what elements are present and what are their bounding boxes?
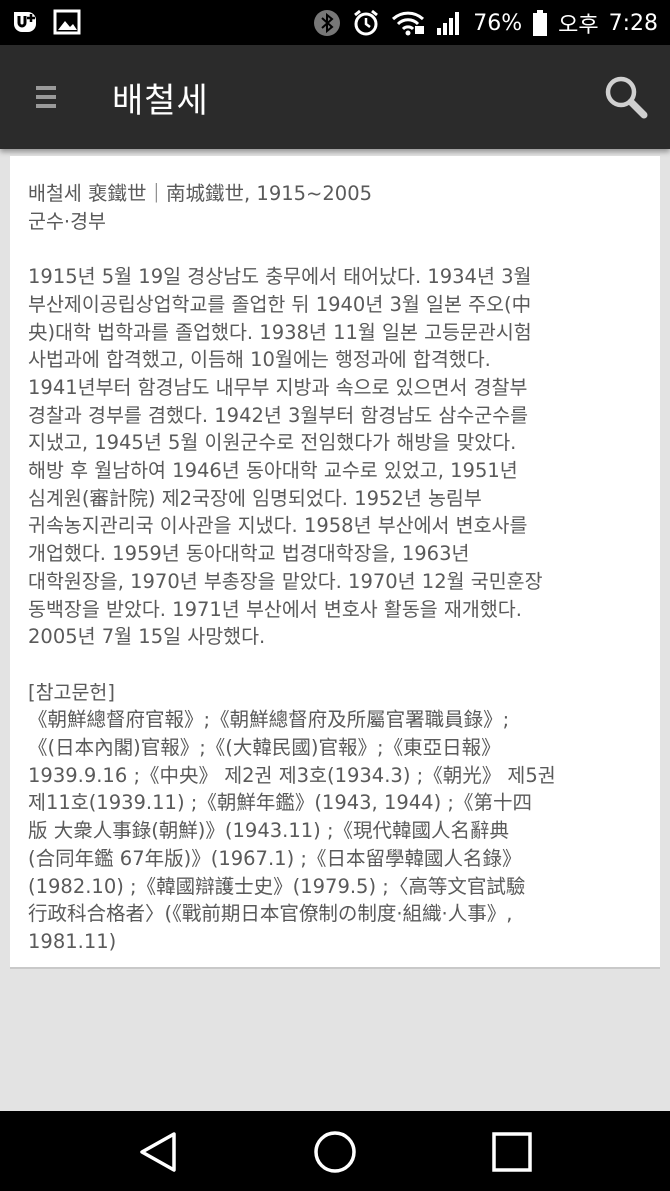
status-bar: 76% 오후 7:28 (0, 0, 670, 45)
home-circle-icon[interactable] (312, 1129, 358, 1175)
body-line: 해방 후 월남하여 1946년 동아대학 교수로 있었고, 1951년 (28, 459, 518, 483)
battery-percent: 76% (473, 10, 523, 36)
body-line: 1941년부터 함경남도 내무부 지방과 속으로 있으면서 경찰부 (28, 375, 528, 399)
back-triangle-icon[interactable] (136, 1129, 182, 1175)
body-line: 1915년 5월 19일 경상남도 충무에서 태어났다. 1934년 3월 (28, 265, 532, 289)
wifi-icon (392, 11, 425, 36)
reference-line: 제11호(1939.11) ;《朝鮮年鑑》(1943, 1944) ;《第十四 (28, 791, 532, 815)
body-line: 부산제이공립상업학교를 졸업한 뒤 1940년 3월 일본 주오(中 (28, 292, 532, 316)
reference-line: 行政科合格者〉(《戰前期日本官僚制の制度·組織·人事》, (28, 902, 513, 926)
page-title: 배철세 (112, 81, 209, 121)
article-body: 1915년 5월 19일 경상남도 충무에서 태어났다. 1934년 3월 부산… (28, 263, 640, 651)
reference-line: 版 大衆人事錄(朝鮮)》(1943.11) ;《現代韓國人名辭典 (28, 819, 510, 843)
alarm-icon (354, 9, 379, 36)
reference-line: 《(日本內閣)官報》;《(大韓民國)官報》;《東亞日報》 (28, 736, 501, 760)
gallery-icon (53, 9, 81, 35)
u-plus-icon (14, 12, 36, 32)
app-toolbar: 배철세 (0, 45, 670, 149)
search-icon[interactable] (600, 71, 652, 123)
body-line: 央)대학 법학과를 졸업했다. 1938년 11월 일본 고등문관시험 (28, 320, 532, 344)
battery-icon (533, 10, 548, 36)
reference-line: 1981.11) (28, 929, 117, 953)
article-content: 배철세 裵鐵世｜南城鐵世, 1915~2005 군수·경부 1915년 5월 1… (28, 180, 640, 956)
article-heading: 배철세 裵鐵世｜南城鐵世, 1915~2005 (28, 182, 373, 205)
ampm-label: 오후 (558, 13, 599, 38)
reference-line: 1939.9.16 ;《中央》 제2권 제3호(1934.3) ;《朝光》 제5… (28, 763, 556, 787)
hamburger-menu-icon[interactable] (22, 73, 70, 121)
body-line: 2005년 7월 15일 사망했다. (28, 625, 266, 649)
clock-time: 7:28 (608, 10, 658, 36)
body-line: 경찰과 경부를 겸했다. 1942년 3월부터 함경남도 삼수군수를 (28, 403, 529, 427)
references-list: 《朝鮮總督府官報》;《朝鮮總督府及所屬官署職員錄》; 《(日本內閣)官報》;《(… (28, 706, 640, 955)
body-line: 심계원(審計院) 제2국장에 임명되었다. 1952년 농림부 (28, 486, 482, 510)
article-subheading: 군수·경부 (28, 209, 106, 233)
body-line: 지냈고, 1945년 5월 이원군수로 전임했다가 해방을 맞았다. (28, 431, 517, 455)
signal-icon (437, 12, 460, 35)
body-line: 사법과에 합격했고, 이듬해 10월에는 행정과에 합격했다. (28, 348, 491, 372)
body-line: 동백장을 받았다. 1971년 부산에서 변호사 활동을 재개했다. (28, 597, 522, 621)
body-line: 대학원장을, 1970년 부총장을 맡았다. 1970년 12월 국민훈장 (28, 569, 543, 593)
references-label: [참고문헌] (28, 680, 115, 704)
reference-line: (合同年鑑 67年版)》(1967.1) ;《日本留學韓國人名錄》 (28, 846, 522, 870)
body-line: 귀속농지관리국 이사관을 지냈다. 1958년 부산에서 변호사를 (28, 514, 528, 538)
reference-line: 《朝鮮總督府官報》;《朝鮮總督府及所屬官署職員錄》; (28, 708, 510, 732)
reference-line: (1982.10) ;《韓國辯護士史》(1979.5) ;〈高等文官試驗 (28, 874, 526, 898)
recents-square-icon[interactable] (489, 1129, 535, 1175)
system-nav-bar (0, 1111, 670, 1191)
body-line: 개업했다. 1959년 동아대학교 법경대학장을, 1963년 (28, 542, 470, 566)
bluetooth-icon (314, 10, 341, 36)
article-card: 배철세 裵鐵世｜南城鐵世, 1915~2005 군수·경부 1915년 5월 1… (10, 156, 660, 969)
